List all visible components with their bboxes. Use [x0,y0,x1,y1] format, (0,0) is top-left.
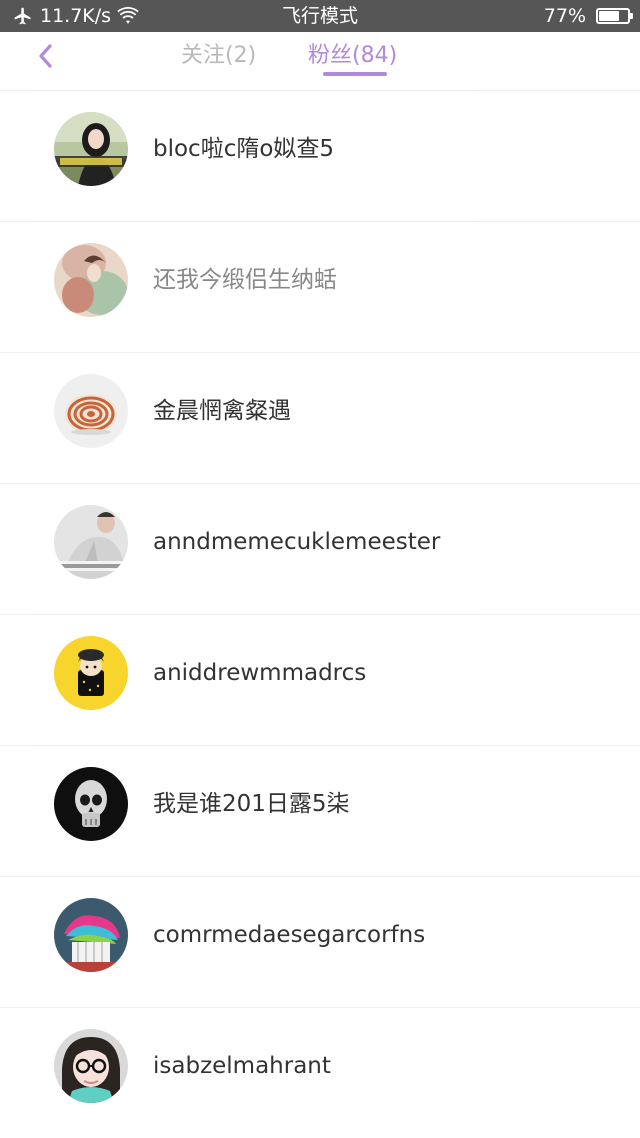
divider [32,221,478,222]
divider [32,90,478,91]
status-right: 77% [543,0,633,32]
divider [32,352,478,353]
top-navigation: 关注(2) 粉丝(84) [0,32,640,90]
fan-name: comrmedaesegarcorfns [153,922,426,948]
battery-percent: 77% [543,5,586,27]
avatar-photo-man [54,505,128,579]
fan-name: 我是谁201日露5柒 [153,791,350,817]
chevron-left-icon [36,43,54,73]
battery-icon [596,8,633,24]
divider [32,483,478,484]
fan-name: 还我今缎侣生纳蛞 [153,267,337,293]
list-item[interactable]: 我是谁201日露5柒 [0,745,640,876]
active-tab-indicator [323,72,387,76]
fans-list: bloc啦c隋o姒查5 还我今缎侣生纳蛞 金晨惘禽粲遇 anndmemecukl… [0,90,640,1138]
status-bar: 11.7K/s 飞行模式 77% [0,0,640,32]
fan-name: bloc啦c隋o姒查5 [153,136,335,162]
avatar-cartoon [54,636,128,710]
fan-name: 金晨惘禽粲遇 [153,398,291,424]
list-item[interactable]: isabzelmahrant [0,1007,640,1138]
fan-name: anndmemecuklemeester [153,529,441,555]
avatar-glasses-girl [54,1029,128,1103]
avatar-cupcake [54,898,128,972]
fan-name: isabzelmahrant [153,1053,331,1079]
battery-level [599,11,620,21]
tab-following[interactable]: 关注(2) [181,42,256,70]
avatar-skull [54,767,128,841]
divider [32,1007,478,1008]
back-button[interactable] [30,42,60,74]
list-item[interactable]: 还我今缎侣生纳蛞 [0,221,640,352]
fan-name: aniddrewmmadrcs [153,660,367,686]
list-item[interactable]: 金晨惘禽粲遇 [0,352,640,483]
avatar-shell [54,374,128,448]
avatar-photo-woman [54,112,128,186]
divider [32,876,478,877]
divider [32,745,478,746]
avatar-painting [54,243,128,317]
list-item[interactable]: comrmedaesegarcorfns [0,876,640,1007]
divider [32,614,478,615]
list-item[interactable]: bloc啦c隋o姒查5 [0,90,640,221]
tab-fans[interactable]: 粉丝(84) [308,42,397,70]
list-item[interactable]: aniddrewmmadrcs [0,614,640,745]
list-item[interactable]: anndmemecuklemeester [0,483,640,614]
